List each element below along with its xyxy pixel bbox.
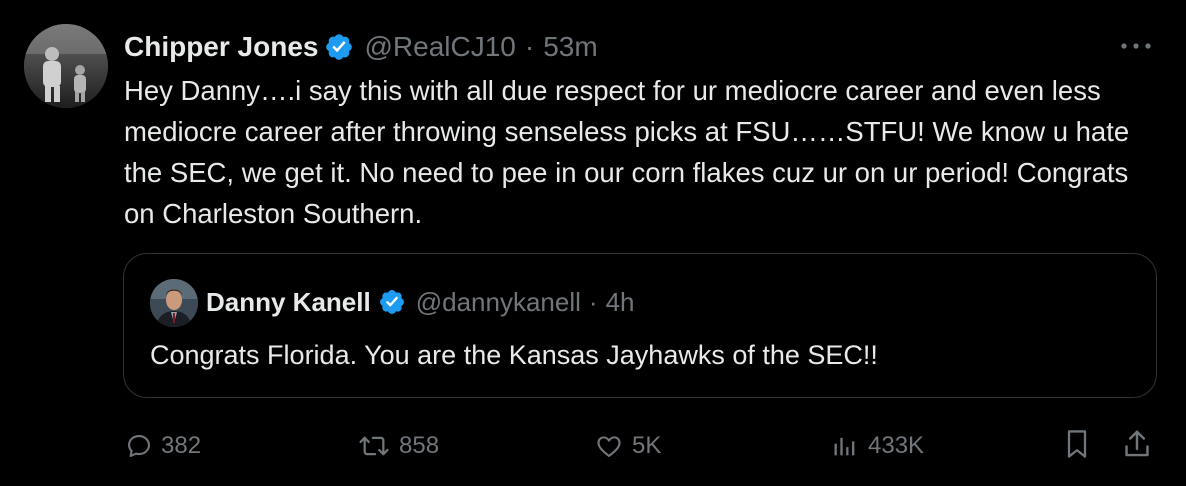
share-icon xyxy=(1122,428,1152,465)
like-count: 5K xyxy=(632,432,662,459)
action-bar: 382 858 5K 433K xyxy=(0,424,1186,468)
author-name[interactable]: Chipper Jones xyxy=(124,31,318,63)
author-handle[interactable]: @RealCJ10 xyxy=(364,31,515,63)
quoted-author-name[interactable]: Danny Kanell xyxy=(206,287,371,318)
reply-icon xyxy=(125,432,153,460)
reply-button[interactable]: 382 xyxy=(125,424,201,468)
quoted-author-handle[interactable]: @dannykanell xyxy=(416,287,581,318)
views-count: 433K xyxy=(868,432,925,459)
tweet-timestamp[interactable]: 53m xyxy=(543,31,597,63)
retweet-count: 858 xyxy=(399,432,440,459)
quoted-tweet-timestamp[interactable]: 4h xyxy=(606,287,635,318)
quoted-tweet-header: Danny Kanell @dannykanell · 4h xyxy=(206,284,634,320)
like-button[interactable]: 5K xyxy=(594,424,661,468)
bookmark-button[interactable] xyxy=(1063,424,1091,468)
tweet[interactable]: Chipper Jones @RealCJ10 · 53m Hey Danny…… xyxy=(0,0,1186,486)
views-icon xyxy=(830,432,860,460)
verified-badge-icon[interactable] xyxy=(324,32,354,62)
more-options-icon[interactable] xyxy=(1116,36,1156,56)
like-icon xyxy=(594,432,624,460)
reply-count: 382 xyxy=(161,432,202,459)
retweet-button[interactable]: 858 xyxy=(357,424,439,468)
share-button[interactable] xyxy=(1122,424,1152,468)
tweet-header: Chipper Jones @RealCJ10 · 53m xyxy=(124,28,598,66)
author-avatar[interactable] xyxy=(24,24,108,108)
views-button[interactable]: 433K xyxy=(830,424,924,468)
retweet-icon xyxy=(357,432,391,460)
separator-dot: · xyxy=(588,286,598,317)
bookmark-icon xyxy=(1063,428,1091,465)
quoted-tweet[interactable]: Danny Kanell @dannykanell · 4h Congrats … xyxy=(123,253,1157,398)
quoted-author-avatar[interactable] xyxy=(150,279,198,327)
tweet-text: Hey Danny….i say this with all due respe… xyxy=(124,75,1130,229)
verified-badge-icon[interactable] xyxy=(378,288,406,316)
quoted-tweet-text: Congrats Florida. You are the Kansas Jay… xyxy=(150,340,878,370)
separator-dot: · xyxy=(524,31,535,62)
